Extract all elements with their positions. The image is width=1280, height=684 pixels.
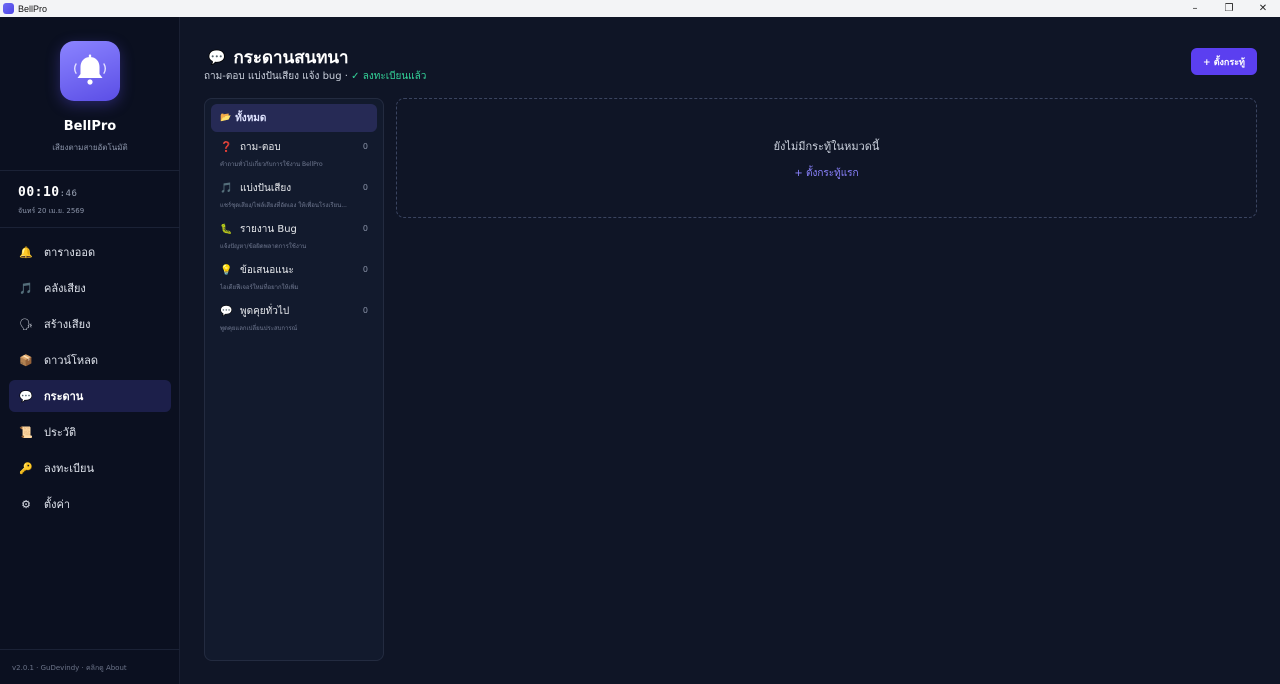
page-subtitle: ถาม-ตอบ แบ่งปันเสียง แจ้ง bug · ✓ ลงทะเบ…	[204, 69, 426, 84]
speech-bubble-icon: 💬	[19, 389, 33, 403]
gear-icon: ⚙	[21, 497, 31, 511]
category-suggestions[interactable]: 💡 ข้อเสนอแนะ 0 ไอเดียฟีเจอร์ใหม่ที่อยากใ…	[211, 255, 377, 296]
package-icon: 📦	[19, 353, 33, 367]
music-note-icon: 🎵	[220, 183, 233, 194]
window-title: BellPro	[18, 3, 48, 14]
sidebar-item-label: ลงทะเบียน	[44, 462, 94, 475]
category-general[interactable]: 💬 พูดคุยทั่วไป 0 พูดคุยแลกเปลี่ยนประสบกา…	[211, 296, 377, 337]
category-description: แชร์ชุดเสียง/ไฟล์เสียงที่อัดเอง ให้เพื่อ…	[220, 202, 347, 209]
category-label: พูดคุยทั่วไป	[240, 306, 290, 317]
version-link[interactable]: v2.0.1 · GuDevindy · คลิกดู About	[12, 663, 127, 674]
sidebar-item-register[interactable]: 🔑 ลงทะเบียน	[9, 452, 171, 484]
category-panel: 📂 ทั้งหมด ❓ ถาม-ตอบ 0 คำถามทั่วไปเกี่ยวก…	[204, 98, 384, 661]
sidebar-nav: 🔔 ตารางออด 🎵 คลังเสียง 🗣 สร้างเสียง 📦 ดา…	[9, 236, 171, 524]
brand-name: BellPro	[63, 119, 117, 134]
sidebar-item-board[interactable]: 💬 กระดาน	[9, 380, 171, 412]
create-first-thread-link[interactable]: + ตั้งกระทู้แรก	[397, 166, 1256, 181]
new-thread-button[interactable]: + ตั้งกระทู้	[1191, 48, 1257, 75]
app-icon	[3, 3, 14, 14]
category-description: คำถามทั่วไปเกี่ยวกับการใช้งาน BellPro	[220, 161, 323, 168]
clock-seconds: :46	[59, 189, 78, 199]
sidebar-item-schedule[interactable]: 🔔 ตารางออด	[9, 236, 171, 268]
category-qa[interactable]: ❓ ถาม-ตอบ 0 คำถามทั่วไปเกี่ยวกับการใช้งา…	[211, 132, 377, 173]
clock-time: 00:10	[18, 185, 60, 200]
category-count: 0	[362, 142, 368, 151]
voice-icon: 🗣	[19, 317, 33, 331]
sidebar-item-settings[interactable]: ⚙ ตั้งค่า	[9, 488, 171, 520]
category-count: 0	[362, 183, 368, 192]
restore-icon[interactable]: ❐	[1212, 0, 1246, 17]
sidebar: BellPro เสียงตามสายอัตโนมัติ 00:10:46 จั…	[0, 17, 180, 684]
speech-bubble-icon: 💬	[208, 49, 226, 66]
brand-tagline: เสียงตามสายอัตโนมัติ	[52, 143, 128, 152]
sidebar-item-history[interactable]: 📜 ประวัติ	[9, 416, 171, 448]
sidebar-item-label: กระดาน	[44, 390, 84, 403]
scroll-icon: 📜	[19, 425, 33, 439]
sidebar-item-label: ตั้งค่า	[44, 498, 71, 511]
sidebar-item-label: ตารางออด	[44, 246, 96, 259]
sidebar-item-create-sound[interactable]: 🗣 สร้างเสียง	[9, 308, 171, 340]
category-share-sounds[interactable]: 🎵 แบ่งปันเสียง 0 แชร์ชุดเสียง/ไฟล์เสียงท…	[211, 173, 377, 214]
category-all[interactable]: 📂 ทั้งหมด	[211, 104, 377, 132]
bell-logo-icon	[60, 41, 120, 101]
registration-status: ✓ ลงทะเบียนแล้ว	[351, 71, 427, 82]
sidebar-item-label: สร้างเสียง	[44, 318, 91, 331]
minimize-icon[interactable]: –	[1178, 0, 1212, 17]
sidebar-item-label: คลังเสียง	[44, 282, 86, 295]
divider	[0, 170, 180, 171]
page-title: 💬 กระดานสนทนา	[208, 44, 349, 71]
divider	[0, 227, 180, 228]
key-icon: 🔑	[19, 461, 33, 475]
speech-bubble-icon: 💬	[220, 306, 233, 317]
close-icon[interactable]: ✕	[1246, 0, 1280, 17]
sidebar-item-download[interactable]: 📦 ดาวน์โหลด	[9, 344, 171, 376]
bell-icon: 🔔	[19, 245, 33, 259]
divider	[0, 649, 180, 650]
category-description: ไอเดียฟีเจอร์ใหม่ที่อยากให้เพิ่ม	[220, 284, 299, 291]
sidebar-item-label: ดาวน์โหลด	[44, 354, 99, 367]
category-label: แบ่งปันเสียง	[240, 183, 292, 194]
category-count: 0	[362, 224, 368, 233]
category-count: 0	[362, 306, 368, 315]
category-count: 0	[362, 265, 368, 274]
sidebar-item-sound-library[interactable]: 🎵 คลังเสียง	[9, 272, 171, 304]
window-titlebar: BellPro – ❐ ✕	[0, 0, 1280, 17]
subtitle-text: ถาม-ตอบ แบ่งปันเสียง แจ้ง bug ·	[204, 71, 348, 82]
page-title-text: กระดานสนทนา	[233, 48, 349, 68]
category-description: แจ้งปัญหา/ข้อผิดพลาดการใช้งาน	[220, 243, 307, 250]
date-label: จันทร์ 20 เม.ย. 2569	[18, 207, 85, 215]
bug-icon: 🐛	[220, 224, 233, 235]
category-label: ถาม-ตอบ	[240, 142, 281, 153]
window-controls: – ❐ ✕	[1178, 0, 1280, 17]
empty-thread-list: ยังไม่มีกระทู้ในหมวดนี้ + ตั้งกระทู้แรก	[396, 98, 1257, 218]
category-label: ข้อเสนอแนะ	[240, 265, 294, 276]
clock: 00:10:46	[18, 185, 77, 200]
category-bug-report[interactable]: 🐛 รายงาน Bug 0 แจ้งปัญหา/ข้อผิดพลาดการใช…	[211, 214, 377, 255]
category-all-label: ทั้งหมด	[235, 112, 267, 124]
music-note-icon: 🎵	[19, 281, 33, 295]
category-description: พูดคุยแลกเปลี่ยนประสบการณ์	[220, 325, 298, 332]
lightbulb-icon: 💡	[220, 265, 233, 276]
folder-icon: 📂	[220, 113, 232, 123]
empty-state-title: ยังไม่มีกระทู้ในหมวดนี้	[773, 140, 880, 153]
category-label: รายงาน Bug	[240, 224, 297, 235]
sidebar-item-label: ประวัติ	[44, 426, 77, 439]
question-icon: ❓	[220, 142, 233, 153]
